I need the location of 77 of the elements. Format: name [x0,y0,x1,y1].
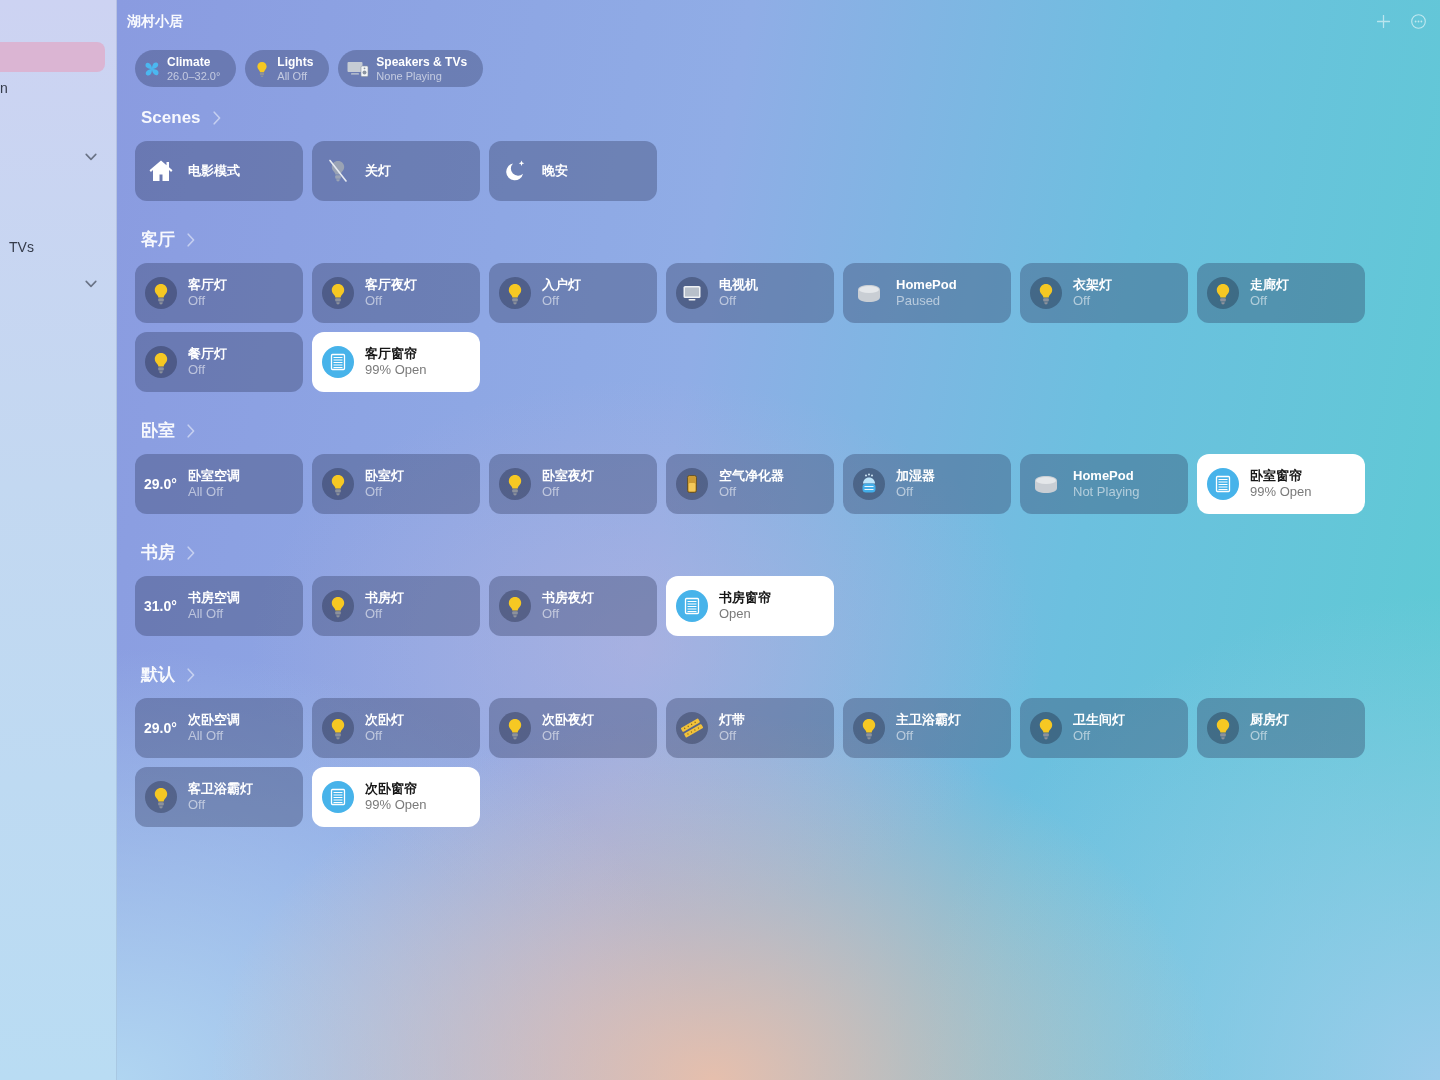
accessory-tile[interactable]: 次卧灯 Off [312,698,480,758]
chevron-right-icon [187,233,195,247]
summary-pill[interactable]: Speakers & TVs None Playing [338,50,484,87]
lightbulb-icon [1030,712,1062,744]
section-heading-link[interactable]: 卧室 [141,420,195,442]
accessory-tile[interactable]: 加湿器 Off [843,454,1011,514]
window-blinds-icon [1207,468,1239,500]
accessory-tile[interactable]: 客厅灯 Off [135,263,303,323]
accessory-tile[interactable]: 空气净化器 Off [666,454,834,514]
accessory-tile[interactable]: 餐厅灯 Off [135,332,303,392]
section-heading-link[interactable]: 默认 [141,664,195,686]
lightbulb-icon [853,712,885,744]
accessory-tile[interactable]: 卧室夜灯 Off [489,454,657,514]
sidebar-item[interactable]: TVs [9,238,34,256]
accessory-tile[interactable]: 走廊灯 Off [1197,263,1365,323]
chevron-right-icon [212,111,221,125]
lightbulb-icon [322,277,354,309]
lightbulb-icon [1030,277,1062,309]
summary-pill[interactable]: Lights All Off [245,50,330,87]
accessory-tile[interactable]: 衣架灯 Off [1020,263,1188,323]
home-title: 湖村小居 [127,11,183,31]
lightbulb-icon [1207,277,1239,309]
lightbulb-icon [322,468,354,500]
humidifier-icon [853,468,885,500]
add-icon[interactable] [1377,14,1390,28]
window-blinds-icon [322,781,354,813]
chevron-right-icon [187,668,195,682]
accessory-tile[interactable]: 客厅窗帘 99% Open [312,332,480,392]
lightbulb-icon [499,712,531,744]
accessory-tile[interactable]: 卧室灯 Off [312,454,480,514]
lightbulb-icon [145,781,177,813]
more-icon[interactable] [1411,13,1426,29]
accessory-tile[interactable]: 电视机 Off [666,263,834,323]
section-heading-link[interactable]: Scenes [141,107,221,129]
house-icon [148,158,174,184]
light-strip-icon [676,712,708,744]
chevron-right-icon [187,424,195,438]
monitor-speaker-icon [347,60,370,77]
lightbulb-icon [322,590,354,622]
accessory-tile[interactable]: 入户灯 Off [489,263,657,323]
lightbulb-icon [499,277,531,309]
lightbulb-icon [322,712,354,744]
accessory-tile[interactable]: 书房灯 Off [312,576,480,636]
lightbulb-icon [145,277,177,309]
accessory-tile[interactable]: 主卫浴霸灯 Off [843,698,1011,758]
sidebar-item[interactable] [0,42,105,72]
accessory-tile[interactable]: 卫生间灯 Off [1020,698,1188,758]
window-blinds-icon [322,346,354,378]
section-heading-link[interactable]: 书房 [141,542,195,564]
accessory-tile[interactable]: 次卧夜灯 Off [489,698,657,758]
lightbulb-icon [145,346,177,378]
window-blinds-icon [676,590,708,622]
section-heading-link[interactable]: 客厅 [141,229,195,251]
monitor-icon [676,277,708,309]
accessory-tile[interactable]: 次卧窗帘 99% Open [312,767,480,827]
accessory-tile[interactable]: 书房夜灯 Off [489,576,657,636]
chevron-down-icon[interactable] [85,280,97,288]
scene-tile[interactable]: 晚安 [489,141,657,201]
fan-icon [144,60,160,77]
scene-tile[interactable]: 关灯 [312,141,480,201]
air-purifier-icon [676,468,708,500]
chevron-down-icon[interactable] [85,153,97,161]
lightbulb-icon [1207,712,1239,744]
chevron-right-icon [187,546,195,560]
accessory-tile[interactable]: HomePod Not Playing [1020,454,1188,514]
scene-tile[interactable]: 电影模式 [135,141,303,201]
summary-pill[interactable]: Climate 26.0–32.0° [135,50,237,87]
lightbulb-icon [499,590,531,622]
accessory-tile[interactable]: 客厅夜灯 Off [312,263,480,323]
accessory-tile[interactable]: 厨房灯 Off [1197,698,1365,758]
accessory-tile[interactable]: 卧室窗帘 99% Open [1197,454,1365,514]
accessory-tile[interactable]: 客卫浴霸灯 Off [135,767,303,827]
lightbulb-icon [499,468,531,500]
accessory-tile[interactable]: 灯带 Off [666,698,834,758]
accessory-tile[interactable]: HomePod Paused [843,263,1011,323]
accessory-tile[interactable]: 书房窗帘 Open [666,576,834,636]
sidebar-item[interactable]: n [0,79,8,97]
